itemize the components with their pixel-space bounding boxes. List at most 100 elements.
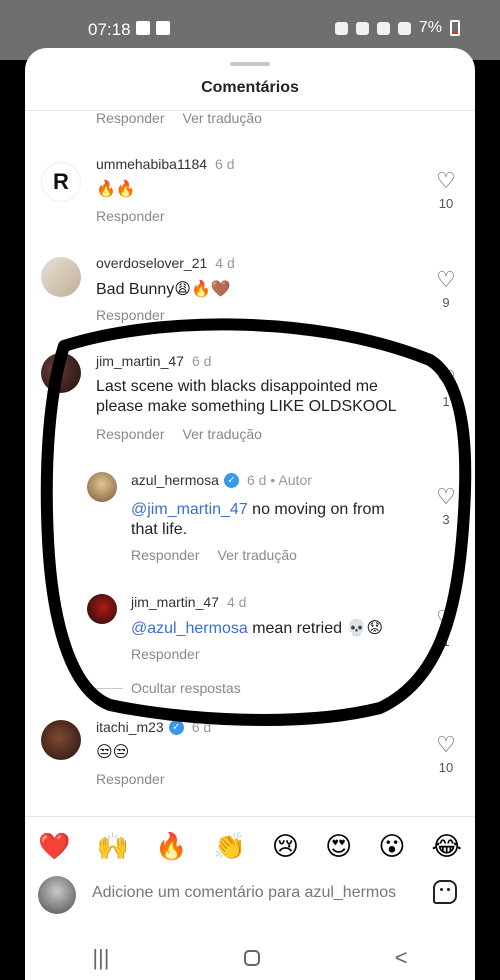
emoji-raised-hands-button[interactable]: 🙌 — [97, 826, 129, 866]
avatar[interactable] — [41, 353, 81, 393]
reply-button[interactable]: Responder — [131, 547, 200, 563]
reply-text: @azul_hermosa mean retried 💀😟 — [131, 619, 383, 639]
like-control: ♡ 1 — [431, 608, 461, 650]
emoji-heart-eyes-button[interactable]: 😍 — [325, 826, 352, 866]
username[interactable]: overdoselover_21 — [96, 255, 207, 271]
username[interactable]: ummehabiba1184 — [96, 156, 207, 172]
avatar[interactable] — [41, 720, 81, 760]
timestamp: 4 d — [226, 594, 247, 610]
comment-text: 🔥🔥 — [96, 181, 136, 198]
timestamp: 6 d — [246, 472, 267, 488]
drag-handle[interactable] — [230, 62, 270, 66]
reply-button[interactable]: Responder — [131, 646, 200, 662]
my-avatar — [38, 876, 76, 914]
heart-icon[interactable]: ♡ — [431, 486, 461, 508]
emoji-fire-button[interactable]: 🔥 — [155, 826, 187, 866]
username[interactable]: jim_martin_47 — [96, 353, 184, 369]
comment-actions: Responder — [96, 771, 165, 787]
like-count: 3 — [442, 512, 450, 527]
like-control: ♡ 3 — [431, 486, 461, 528]
mention-link[interactable]: @azul_hermosa — [131, 620, 248, 637]
gallery-icon — [136, 21, 150, 35]
comment-header: itachi_m23 ✓ 6 d — [96, 719, 211, 735]
home-nav-icon[interactable] — [244, 950, 261, 966]
system-nav-bar: ||| < — [25, 936, 475, 980]
translate-button[interactable]: Ver tradução — [183, 426, 262, 442]
timestamp: 6 d — [191, 353, 212, 369]
emoji-laughing-button[interactable]: 😂 — [432, 826, 462, 866]
alarm-icon — [334, 21, 348, 35]
reply-button[interactable]: Responder — [96, 307, 165, 323]
quick-emoji-bar: ❤️ 🙌 🔥 👏 😢 😍 😮 😂 — [25, 826, 475, 866]
comment-text: Bad Bunny😩🔥🤎 — [96, 281, 231, 298]
avatar-letter: R — [53, 169, 69, 194]
reply-header: jim_martin_47 4 d — [131, 594, 246, 610]
reply-body: mean retried 💀😟 — [247, 620, 384, 637]
avatar[interactable] — [41, 257, 81, 297]
avatar[interactable] — [87, 594, 117, 624]
comment-actions: Responder — [96, 307, 165, 323]
timestamp: 6 d — [215, 156, 235, 172]
username[interactable]: azul_hermosa — [131, 472, 219, 488]
translate-button[interactable]: Ver tradução — [218, 547, 297, 563]
comment-text: 😒😒 — [96, 744, 130, 761]
comment-text: Last scene with blacks disappointed me p… — [96, 378, 397, 415]
comment-header: jim_martin_47 6 d — [96, 353, 211, 369]
sheet-title: Comentários — [201, 79, 299, 96]
emoji-surprised-button[interactable]: 😮 — [378, 826, 405, 866]
username[interactable]: jim_martin_47 — [131, 594, 219, 610]
reply-button[interactable]: Responder — [96, 110, 165, 126]
avatar[interactable] — [87, 472, 117, 502]
emoji-clap-button[interactable]: 👏 — [213, 826, 245, 866]
heart-icon[interactable]: ♡ — [431, 368, 461, 390]
like-count: 1 — [442, 634, 450, 649]
username[interactable]: itachi_m23 — [96, 719, 164, 735]
timestamp: 6 d — [191, 719, 212, 735]
notification-icons — [136, 21, 170, 35]
like-count: 1 — [442, 394, 450, 409]
mention-link[interactable]: @jim_martin_47 — [131, 501, 248, 518]
like-count: 9 — [442, 295, 450, 310]
reply-actions: Responder — [131, 646, 200, 662]
recents-nav-icon[interactable]: ||| — [92, 945, 109, 971]
partial-comment-actions: Responder Ver tradução — [96, 110, 262, 126]
wifi-icon — [376, 21, 390, 35]
like-control: ♡ 10 — [431, 734, 461, 776]
reply-button[interactable]: Responder — [96, 771, 165, 787]
reply-header: azul_hermosa ✓ 6 d • Autor — [131, 472, 312, 488]
heart-icon[interactable]: ♡ — [431, 170, 461, 192]
comment-actions: Responder — [96, 208, 165, 224]
verified-badge-icon: ✓ — [223, 472, 239, 488]
emoji-crying-button[interactable]: 😢 — [272, 826, 299, 866]
reply-button[interactable]: Responder — [96, 426, 165, 442]
signal-icon — [397, 21, 411, 35]
comment-header: ummehabiba1184 6 d — [96, 156, 235, 172]
like-control: ♡ 10 — [431, 170, 461, 212]
avatar[interactable]: R — [41, 162, 81, 202]
status-right: 7% — [334, 19, 460, 37]
like-count: 10 — [438, 196, 454, 211]
back-nav-icon[interactable]: < — [395, 945, 408, 971]
divider — [25, 816, 475, 817]
verified-badge-icon: ✓ — [168, 719, 184, 735]
sim-icon — [156, 21, 170, 35]
heart-icon[interactable]: ♡ — [431, 734, 461, 756]
battery-icon — [450, 20, 460, 36]
sticker-icon[interactable] — [433, 880, 457, 904]
comment-header: overdoselover_21 4 d — [96, 255, 235, 271]
timestamp: 4 d — [215, 255, 235, 271]
divider — [83, 688, 123, 689]
like-count: 10 — [438, 760, 454, 775]
mute-icon — [355, 21, 369, 35]
emoji-heart-button[interactable]: ❤️ — [38, 826, 70, 866]
comment-actions: Responder Ver tradução — [96, 426, 262, 442]
heart-icon[interactable]: ♡ — [431, 269, 461, 291]
like-control: ♡ 9 — [431, 269, 461, 311]
battery-percent: 7% — [418, 19, 442, 36]
comments-sheet: Comentários Responder Ver tradução R umm… — [25, 48, 475, 980]
hide-replies-button[interactable]: Ocultar respostas — [131, 680, 241, 696]
reply-button[interactable]: Responder — [96, 208, 165, 224]
heart-icon[interactable]: ♡ — [431, 608, 461, 630]
translate-button[interactable]: Ver tradução — [183, 110, 262, 126]
comment-input[interactable]: Adicione um comentário para azul_hermos — [92, 884, 422, 902]
